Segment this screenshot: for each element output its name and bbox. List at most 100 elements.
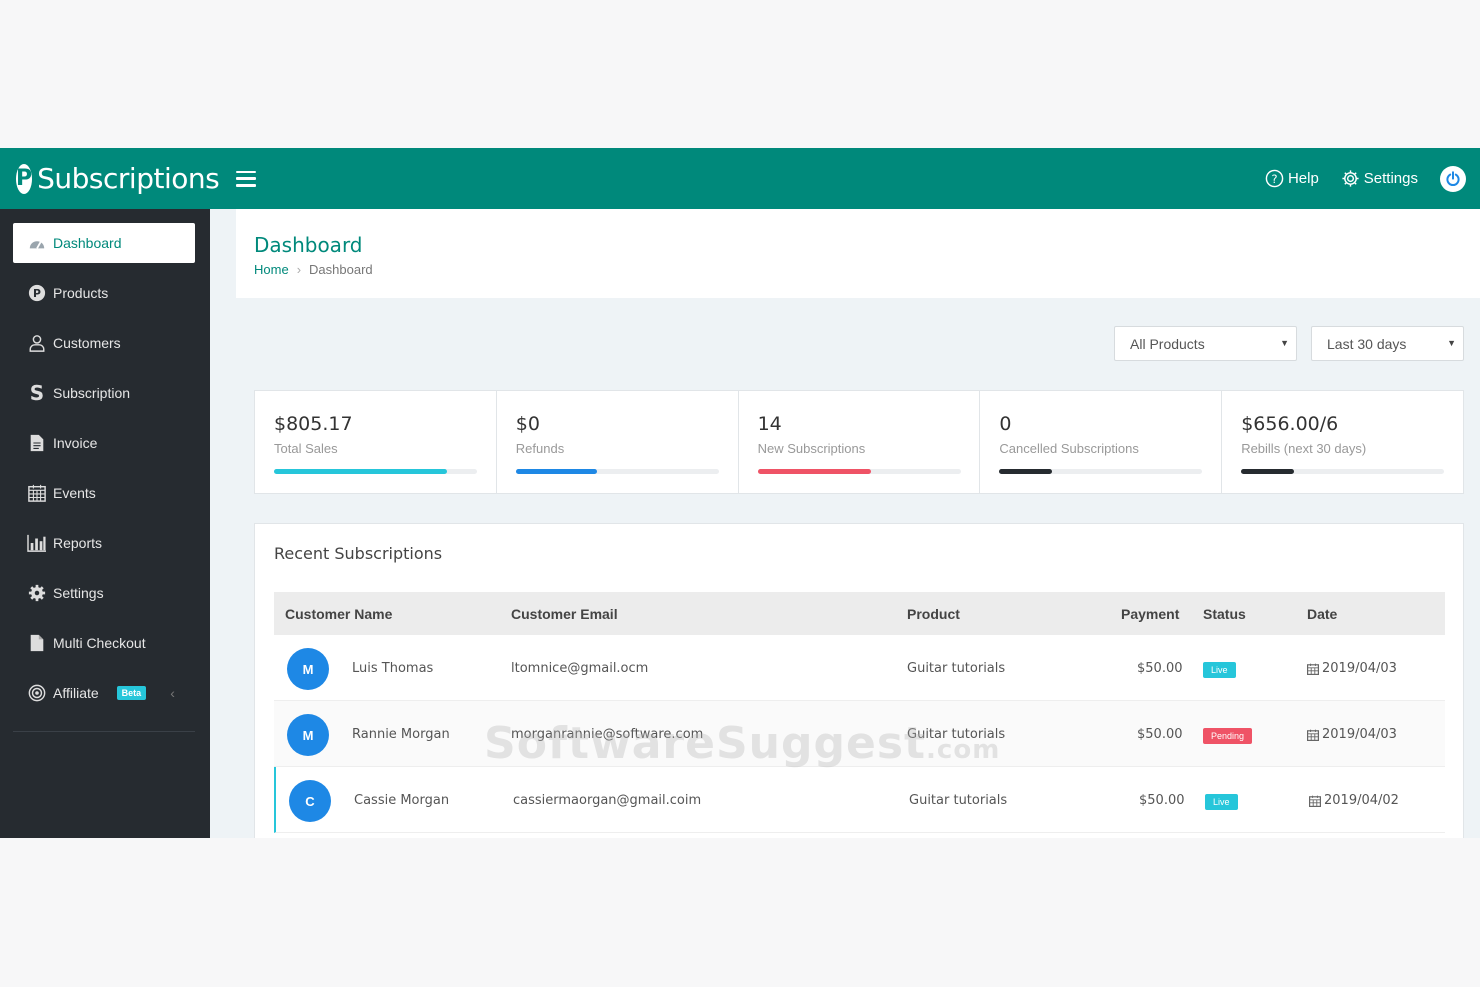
settings-label: Settings — [1363, 170, 1418, 187]
stat-tile: 14 New Subscriptions — [739, 391, 981, 493]
sidebar-item-customers[interactable]: Customers — [13, 323, 195, 363]
calendar-icon — [1309, 795, 1321, 807]
progress-bar — [999, 469, 1203, 474]
sidebar-item-label: Invoice — [53, 435, 98, 451]
chevron-right-icon: › — [296, 262, 302, 277]
date-text: 2019/04/03 — [1322, 727, 1397, 742]
sidebar-item-label: Affiliate — [53, 685, 99, 701]
avatar: M — [287, 714, 329, 756]
subscription-icon: S — [29, 381, 45, 405]
table-row[interactable]: M Luis Thomas ltomnice@gmail.ocm Guitar tut… — [274, 635, 1445, 701]
column-header[interactable]: Product — [907, 606, 960, 622]
document-icon — [27, 433, 47, 453]
gear-icon — [1342, 170, 1359, 187]
progress-bar — [757, 469, 961, 474]
payment-amount: $50.00 — [1137, 727, 1183, 742]
sidebar-item-invoice[interactable]: Invoice — [13, 423, 195, 463]
column-header[interactable]: Customer Email — [511, 606, 618, 622]
progress-fill — [999, 469, 1053, 474]
file-icon — [27, 633, 47, 653]
stat-label: New Subscriptions — [757, 441, 866, 456]
breadcrumb-home-link[interactable]: Home — [254, 262, 289, 277]
stat-label: Rebills (next 30 days) — [1241, 441, 1367, 456]
settings-link[interactable]: Settings — [1341, 169, 1418, 188]
bar-chart-icon — [27, 533, 47, 553]
sidebar-item-dashboard[interactable]: Dashboard — [13, 223, 195, 263]
status-badge: Pending — [1203, 728, 1253, 744]
sidebar-item-label: Dashboard — [53, 235, 122, 251]
payment-amount: $50.00 — [1137, 661, 1183, 676]
progress-bar — [274, 469, 477, 474]
subscriptions-table: Customer Name Customer Email Product Pay… — [274, 592, 1445, 833]
product-name: Guitar tutorials — [909, 793, 1008, 808]
column-header[interactable]: Payment — [1121, 606, 1179, 622]
sidebar-item-subscription[interactable]: S Subscription — [13, 373, 195, 413]
svg-text:P: P — [33, 287, 41, 300]
breadcrumb-current: Dashboard — [309, 262, 373, 277]
stat-value: $805.17 — [274, 413, 353, 435]
status-badge: Live — [1205, 794, 1238, 810]
table-row[interactable]: C Cassie Morgan cassiermaorgan@gmail.coim G… — [274, 767, 1445, 833]
stat-value: 14 — [757, 413, 782, 435]
stat-label: Total Sales — [274, 441, 338, 456]
column-header[interactable]: Status — [1203, 606, 1246, 622]
logout-button[interactable] — [1440, 165, 1466, 192]
column-header[interactable]: Customer Name — [285, 606, 392, 622]
stat-value: 0 — [999, 413, 1012, 435]
table-row[interactable]: M Rannie Morgan morganrannie@software.com G… — [274, 701, 1445, 767]
stat-label: Cancelled Subscriptions — [999, 441, 1139, 456]
logo-icon: P — [16, 163, 33, 194]
product-filter-select[interactable]: All Products ▼ — [1114, 326, 1297, 361]
sidebar-item-products[interactable]: P Products — [13, 273, 195, 313]
progress-bar — [1241, 469, 1445, 474]
payment-amount: $50.00 — [1139, 793, 1185, 808]
calendar-icon — [27, 483, 47, 503]
brand-logo[interactable]: P Subscriptions — [16, 162, 220, 195]
sidebar-item-multi-checkout[interactable]: Multi Checkout — [13, 623, 195, 663]
user-icon — [27, 333, 47, 353]
stat-value: $0 — [515, 413, 540, 435]
customer-email: ltomnice@gmail.ocm — [511, 661, 649, 676]
top-bar: P Subscriptions ? Help Settings — [0, 148, 1480, 209]
help-icon: ? — [1265, 169, 1284, 188]
sidebar-divider — [13, 731, 195, 732]
target-icon — [27, 683, 47, 703]
avatar: M — [287, 648, 329, 690]
sidebar-item-reports[interactable]: Reports — [13, 523, 195, 563]
help-link[interactable]: ? Help — [1265, 169, 1319, 188]
caret-down-icon: ▼ — [1447, 338, 1456, 348]
sidebar-item-label: Settings — [53, 585, 104, 601]
sidebar-item-settings[interactable]: Settings — [13, 573, 195, 613]
stat-tile: $805.17 Total Sales — [255, 391, 497, 493]
chevron-left-icon[interactable]: ‹ — [170, 685, 175, 701]
caret-down-icon: ▼ — [1280, 338, 1289, 348]
stat-value: $656.00/6 — [1241, 413, 1339, 435]
progress-fill — [1241, 469, 1294, 474]
sidebar-item-label: Subscription — [53, 385, 131, 401]
svg-text:?: ? — [1271, 172, 1277, 186]
progress-fill — [757, 469, 872, 474]
progress-bar — [515, 469, 719, 474]
brand-name: Subscriptions — [37, 162, 220, 195]
progress-fill — [274, 469, 447, 474]
subscription-date: 2019/04/03 — [1307, 727, 1397, 742]
period-filter-select[interactable]: Last 30 days ▼ — [1311, 326, 1464, 361]
stats-panel: $805.17 Total Sales $0 Refunds 14 New Subscri… — [254, 390, 1464, 494]
sidebar-item-label: Customers — [53, 335, 121, 351]
customer-name: Luis Thomas — [352, 661, 434, 676]
stat-tile: $656.00/6 Rebills (next 30 days) — [1222, 391, 1463, 493]
sidebar-item-label: Events — [53, 485, 96, 501]
progress-fill — [515, 469, 597, 474]
column-header[interactable]: Date — [1307, 606, 1337, 622]
date-text: 2019/04/02 — [1324, 793, 1399, 808]
sidebar-item-label: Reports — [53, 535, 103, 551]
sidebar-item-events[interactable]: Events — [13, 473, 195, 513]
sidebar-item-label: Products — [53, 285, 109, 301]
calendar-icon — [1307, 729, 1319, 741]
menu-toggle-icon[interactable] — [236, 170, 256, 187]
stat-label: Refunds — [515, 441, 565, 456]
period-filter-value: Last 30 days — [1327, 335, 1407, 352]
dashboard-icon — [27, 233, 47, 253]
sidebar-item-affiliate[interactable]: Affiliate Beta ‹ — [13, 673, 195, 713]
page-header: Dashboard Home › Dashboard — [236, 209, 1480, 298]
